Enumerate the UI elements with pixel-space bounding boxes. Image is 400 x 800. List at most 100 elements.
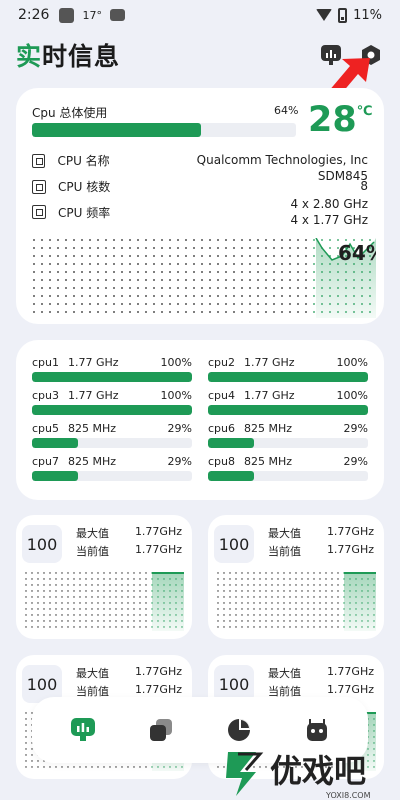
max-value: 1.77GHz xyxy=(326,525,374,538)
core-usage-bar xyxy=(32,471,192,481)
current-value: 1.77GHz xyxy=(326,543,374,556)
page-title-accent: 实 xyxy=(16,42,43,71)
core-percent: 100% xyxy=(160,356,192,369)
core-usage-bar xyxy=(32,405,192,415)
max-value: 1.77GHz xyxy=(134,525,182,538)
cpu-usage-label: Cpu 总体使用 xyxy=(32,106,108,120)
core-cpu6: cpu6 825 MHz 29% xyxy=(208,422,368,448)
core-frequency: 1.77 GHz xyxy=(68,389,119,402)
max-label: 最大值 xyxy=(76,667,109,680)
cpu-freq-values: 4 x 2.80 GHz 4 x 1.77 GHz xyxy=(290,196,368,228)
max-label: 最大值 xyxy=(268,667,301,680)
core-percent: 29% xyxy=(167,422,192,435)
cpu-freq-label: CPU 频率 xyxy=(58,206,111,220)
cpu-temperature: 28℃ xyxy=(308,100,372,140)
core-usage-bar-fill xyxy=(32,372,192,382)
core-usage-bar-fill xyxy=(32,438,79,448)
core-frequency: 1.77 GHz xyxy=(68,356,119,369)
max-label: 最大值 xyxy=(268,527,301,540)
nav-realtime[interactable] xyxy=(61,708,105,752)
core-frequency: 1.77 GHz xyxy=(244,389,295,402)
watermark-text: 优戏吧 xyxy=(270,752,366,790)
core-percent: 29% xyxy=(343,422,368,435)
core-name: cpu8 xyxy=(208,455,236,468)
core-usage-bar xyxy=(208,471,368,481)
core-frequency: 825 MHz xyxy=(244,422,293,435)
graph-percent-label: 64% xyxy=(338,241,376,265)
cpu-cores-row: CPU 核数 8 xyxy=(32,178,368,195)
cpu-temperature-value: 28 xyxy=(308,100,357,140)
android-robot-icon xyxy=(307,719,327,741)
core-name: cpu1 xyxy=(32,356,60,369)
core-usage-bar xyxy=(208,372,368,382)
pie-chart-icon xyxy=(228,719,250,741)
core-usage-bar xyxy=(208,405,368,415)
core-percent: 29% xyxy=(343,455,368,468)
core-usage-bar xyxy=(32,438,192,448)
realtime-chart-icon xyxy=(71,718,95,741)
status-time: 2:26 xyxy=(18,7,50,23)
battery-icon xyxy=(338,7,348,23)
chip-icon xyxy=(32,180,46,194)
core-usage-bar-fill xyxy=(32,471,79,481)
core-cpu3: cpu3 1.77 GHz 100% xyxy=(32,389,192,415)
page-title-rest: 时信息 xyxy=(42,42,121,71)
cpu-overview-card: Cpu 总体使用 64% 28℃ CPU 名称 Qualcomm Technol… xyxy=(16,88,384,324)
core-usage-bar-fill xyxy=(208,405,368,415)
core-usage-bar-fill xyxy=(208,471,255,481)
cards-stack-icon xyxy=(150,719,172,741)
core-frequency: 825 MHz xyxy=(68,422,117,435)
cpu-usage-graph: 64% xyxy=(32,238,376,318)
core-name: cpu5 xyxy=(32,422,60,435)
current-label: 当前值 xyxy=(268,545,301,558)
core-frequency: 825 MHz xyxy=(68,455,117,468)
cpu-freq-line1: 4 x 2.80 GHz xyxy=(290,197,368,211)
status-bar: 2:26 17° 11% xyxy=(0,0,400,30)
cpu-temperature-unit: ℃ xyxy=(356,104,373,119)
watermark-logo: 优戏吧 YOXI8.COM xyxy=(226,752,371,800)
core-cpu7: cpu7 825 MHz 29% xyxy=(32,455,192,481)
core-name: cpu2 xyxy=(208,356,236,369)
cpu-cores-label: CPU 核数 xyxy=(58,180,111,194)
core-frequency: 1.77 GHz xyxy=(244,356,295,369)
chip-icon xyxy=(32,154,46,168)
core-cpu1: cpu1 1.77 GHz 100% xyxy=(32,356,192,382)
status-temperature: 17° xyxy=(82,8,102,22)
cpu-freq-line2: 4 x 1.77 GHz xyxy=(290,213,368,227)
core-cpu8: cpu8 825 MHz 29% xyxy=(208,455,368,481)
core-frequency-card: 100 最大值 1.77GHz 当前值 1.77GHz xyxy=(208,515,384,639)
nav-cards[interactable] xyxy=(139,708,183,752)
max-label: 最大值 xyxy=(76,527,109,540)
core-name: cpu7 xyxy=(32,455,60,468)
core-percent: 100% xyxy=(336,356,368,369)
cpu-usage-percent: 64% xyxy=(274,104,299,117)
cpu-usage-bar xyxy=(32,123,296,137)
max-value: 1.77GHz xyxy=(326,665,374,678)
frequency-mini-graph xyxy=(216,571,376,631)
chip-pulse-icon xyxy=(32,205,46,219)
wifi-icon xyxy=(316,9,333,21)
frequency-mini-graph xyxy=(24,571,184,631)
frequency-badge: 100 xyxy=(214,525,254,563)
current-value: 1.77GHz xyxy=(134,543,182,556)
cpu-cores-card: cpu1 1.77 GHz 100% cpu2 1.77 GHz 100% cpu3 1.77… xyxy=(16,340,384,500)
core-cpu4: cpu4 1.77 GHz 100% xyxy=(208,389,368,415)
core-percent: 100% xyxy=(336,389,368,402)
page-title: 实时信息 xyxy=(16,37,120,73)
frequency-badge: 100 xyxy=(22,525,62,563)
core-usage-bar xyxy=(208,438,368,448)
watermark-url: YOXI8.COM xyxy=(325,791,371,800)
core-frequency: 825 MHz xyxy=(244,455,293,468)
cpu-freq-row: CPU 频率 4 x 2.80 GHz 4 x 1.77 GHz xyxy=(32,196,368,228)
current-value: 1.77GHz xyxy=(134,683,182,696)
battery-percent: 11% xyxy=(353,7,382,23)
core-cpu5: cpu5 825 MHz 29% xyxy=(32,422,192,448)
core-name: cpu4 xyxy=(208,389,236,402)
core-percent: 100% xyxy=(160,389,192,402)
core-usage-bar xyxy=(32,372,192,382)
message-icon xyxy=(109,9,125,21)
current-value: 1.77GHz xyxy=(326,683,374,696)
core-frequency-card: 100 最大值 1.77GHz 当前值 1.77GHz xyxy=(16,515,192,639)
core-cpu2: cpu2 1.77 GHz 100% xyxy=(208,356,368,382)
core-percent: 29% xyxy=(167,455,192,468)
